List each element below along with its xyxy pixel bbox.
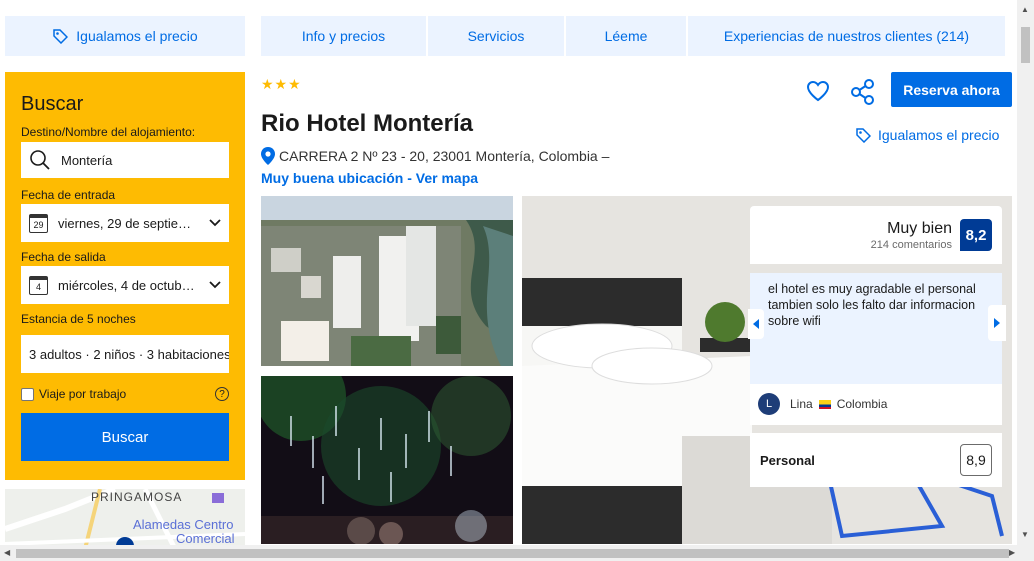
map-preview[interactable]: PRINGAMOSA Alamedas Centro Comercial (5, 489, 245, 549)
tab-fine-print[interactable]: Léeme (566, 16, 686, 56)
hotel-photo-aerial[interactable] (261, 196, 513, 366)
map-label-poi-2: Comercial (176, 531, 235, 546)
guests-value: 3 adultos · 2 niños · 3 habitaciones (29, 346, 229, 362)
tab-guest-reviews[interactable]: Experiencias de nuestros clientes (214) (688, 16, 1005, 56)
map-label-neighborhood: PRINGAMOSA (91, 490, 183, 504)
calendar-icon: 4 (29, 275, 48, 295)
share-icon[interactable] (849, 78, 877, 106)
review-bubble: el hotel es muy agradable el personal ta… (750, 273, 1002, 384)
hotel-address: CARRERA 2 Nº 23 - 20, 23001 Montería, Co… (261, 147, 609, 165)
checkin-date-select[interactable]: 29 viernes, 29 de septie… (21, 204, 229, 242)
chevron-down-icon (205, 278, 221, 292)
reserve-now-button[interactable]: Reserva ahora (891, 72, 1012, 107)
price-match-link-label: Igualamos el precio (878, 127, 1000, 143)
colombia-flag-icon (818, 399, 831, 409)
map-label-poi: Alamedas Centro (133, 517, 234, 532)
reviewer-name: Lina (790, 397, 813, 411)
search-title: Buscar (21, 93, 84, 115)
staff-score-card: Personal 8,9 (750, 433, 1002, 487)
price-match-label: Igualamos el precio (76, 28, 198, 44)
checkin-value: viernes, 29 de septie… (58, 215, 191, 231)
tab-info-prices[interactable]: Info y precios (261, 16, 426, 56)
chevron-right-icon (993, 318, 1000, 328)
work-trip-checkbox[interactable] (21, 387, 34, 401)
destination-value: Montería (61, 152, 113, 168)
star-rating: ★★★ (261, 76, 302, 92)
location-map-link[interactable]: Muy buena ubicación - Ver mapa (261, 170, 478, 186)
address-text: CARRERA 2 Nº 23 - 20, 23001 Montería, Co… (279, 148, 610, 164)
hotel-name: Rio Hotel Montería (261, 110, 474, 137)
page: Igualamos el precio Info y precios Servi… (0, 0, 1034, 561)
stay-length-label: Estancia de 5 noches (21, 312, 136, 326)
review-count: 214 comentarios (870, 239, 952, 251)
score-badge: 8,2 (960, 219, 992, 251)
review-carousel: el hotel es muy agradable el personal ta… (748, 273, 1006, 425)
work-trip-label: Viaje por trabajo (39, 387, 127, 401)
tag-icon (53, 29, 69, 44)
chevron-down-icon (205, 216, 221, 230)
checkout-value: miércoles, 4 de octub… (58, 277, 195, 293)
staff-score: 8,9 (960, 444, 992, 476)
avatar: L (758, 393, 780, 415)
carousel-next-button[interactable] (988, 305, 1006, 341)
hotel-photo-lights[interactable] (261, 376, 513, 544)
property-nav-tabs: Info y precios Servicios Léeme Experienc… (261, 16, 1005, 56)
vertical-scroll-thumb[interactable] (1021, 27, 1030, 63)
staff-label: Personal (760, 453, 815, 468)
vertical-scrollbar[interactable]: ▲ ▼ (1017, 0, 1034, 545)
help-icon[interactable]: ? (215, 387, 229, 401)
scroll-right-icon[interactable]: ▶ (1009, 548, 1015, 557)
location-pin-icon (261, 147, 275, 165)
checkin-label: Fecha de entrada (21, 188, 116, 202)
destination-input[interactable]: Montería (21, 142, 229, 178)
horizontal-scroll-thumb[interactable] (16, 549, 1009, 558)
reviewer-country: Colombia (836, 397, 888, 411)
review-text: el hotel es muy agradable el personal ta… (768, 281, 990, 329)
price-match-link[interactable]: Igualamos el precio (855, 127, 999, 143)
scroll-left-icon[interactable]: ◀ (4, 548, 10, 557)
heart-icon[interactable] (805, 78, 831, 104)
checkout-label: Fecha de salida (21, 250, 106, 264)
scroll-down-icon[interactable]: ▼ (1021, 530, 1029, 539)
scroll-up-icon[interactable]: ▲ (1021, 5, 1029, 14)
search-panel: Buscar Destino/Nombre del alojamiento: M… (5, 72, 245, 480)
price-match-banner[interactable]: Igualamos el precio (5, 16, 245, 56)
search-icon (30, 150, 50, 170)
checkout-date-select[interactable]: 4 miércoles, 4 de octub… (21, 266, 229, 304)
work-trip-row: Viaje por trabajo ? (21, 387, 229, 401)
tag-icon (856, 128, 871, 143)
horizontal-scrollbar[interactable]: ◀ ▶ (0, 545, 1034, 561)
tab-services[interactable]: Servicios (428, 16, 564, 56)
score-label: Muy bien (887, 220, 952, 237)
search-button[interactable]: Buscar (21, 413, 229, 461)
chevron-left-icon (752, 319, 759, 329)
calendar-icon: 29 (29, 213, 48, 233)
guests-select[interactable]: 3 adultos · 2 niños · 3 habitaciones (21, 335, 229, 373)
review-score-card[interactable]: Muy bien 214 comentarios 8,2 (750, 206, 1002, 264)
destination-label: Destino/Nombre del alojamiento: (21, 125, 196, 139)
carousel-prev-button[interactable] (748, 309, 764, 339)
reviewer-info: L Lina Colombia (758, 393, 887, 415)
